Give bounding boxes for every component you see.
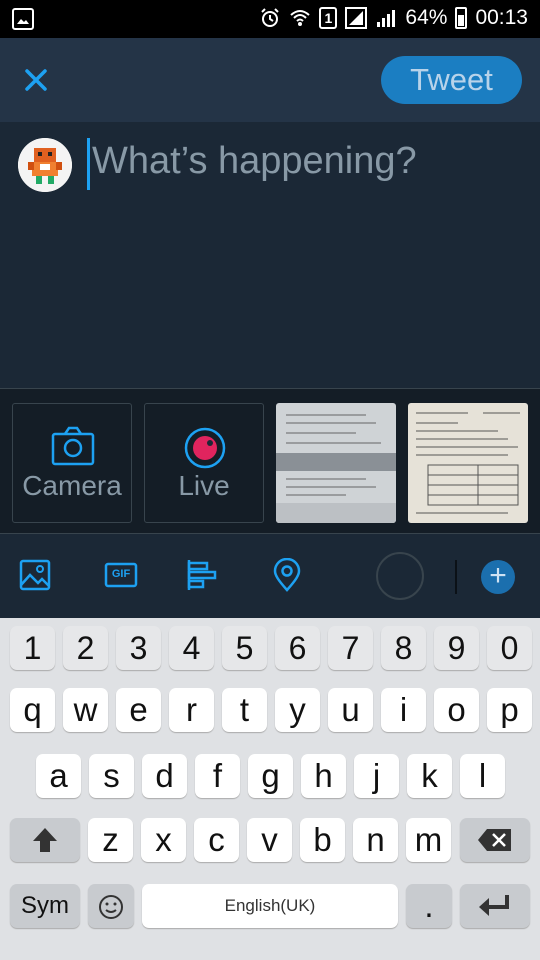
recent-photo-thumbnail[interactable] bbox=[276, 403, 396, 523]
add-thread-button[interactable]: + bbox=[481, 560, 515, 594]
keyboard-row-1: qwertyuiop bbox=[0, 688, 540, 738]
letter-key[interactable]: n bbox=[353, 818, 398, 862]
gif-text: GIF bbox=[111, 568, 131, 580]
number-key[interactable]: 4 bbox=[169, 626, 214, 670]
enter-key[interactable] bbox=[460, 884, 530, 928]
status-bar: 1 64% 00:13 bbox=[0, 0, 540, 38]
number-key[interactable]: 2 bbox=[63, 626, 108, 670]
alarm-icon bbox=[261, 8, 280, 27]
add-gif-button[interactable]: GIF bbox=[104, 558, 138, 592]
letter-key[interactable]: o bbox=[434, 688, 479, 732]
letter-key[interactable]: t bbox=[222, 688, 267, 732]
clock: 00:13 bbox=[475, 6, 528, 29]
backspace-icon bbox=[478, 829, 511, 851]
emoji-icon bbox=[99, 895, 123, 919]
letter-key[interactable]: e bbox=[116, 688, 161, 732]
camera-icon bbox=[51, 426, 95, 466]
number-key[interactable]: 1 bbox=[10, 626, 55, 670]
character-counter-ring bbox=[376, 552, 424, 600]
letter-key[interactable]: s bbox=[89, 754, 134, 798]
letter-key[interactable]: c bbox=[194, 818, 239, 862]
letter-key[interactable]: l bbox=[460, 754, 505, 798]
letter-key[interactable]: y bbox=[275, 688, 320, 732]
letter-key[interactable]: z bbox=[88, 818, 133, 862]
letter-key[interactable]: r bbox=[169, 688, 214, 732]
letter-key[interactable]: d bbox=[142, 754, 187, 798]
close-button[interactable] bbox=[18, 62, 54, 98]
gallery-notification-icon bbox=[12, 8, 34, 30]
battery-percentage: 64% bbox=[405, 6, 448, 29]
image-icon bbox=[19, 559, 51, 591]
letter-key[interactable]: u bbox=[328, 688, 373, 732]
letter-key[interactable]: i bbox=[381, 688, 426, 732]
add-poll-button[interactable] bbox=[186, 558, 220, 592]
keyboard-row-3: zxcvbnm bbox=[0, 818, 540, 868]
wifi-icon bbox=[290, 10, 311, 26]
signal-sim1-icon bbox=[345, 7, 368, 29]
keyboard-row-2: asdfghjkl bbox=[0, 754, 540, 804]
letter-key[interactable]: b bbox=[300, 818, 345, 862]
battery-icon bbox=[455, 7, 468, 29]
text-cursor bbox=[87, 138, 90, 190]
live-button[interactable]: Live bbox=[144, 403, 264, 523]
keyboard: 1234567890 qwertyuiop asdfghjkl zxcvbnm … bbox=[0, 618, 540, 960]
emoji-key[interactable] bbox=[88, 884, 134, 928]
add-image-button[interactable] bbox=[18, 558, 52, 592]
poll-icon bbox=[187, 560, 217, 590]
media-strip: Camera Live bbox=[0, 388, 540, 534]
letter-key[interactable]: w bbox=[63, 688, 108, 732]
number-key[interactable]: 3 bbox=[116, 626, 161, 670]
camera-button[interactable]: Camera bbox=[12, 403, 132, 523]
letter-key[interactable]: j bbox=[354, 754, 399, 798]
recent-photo-thumbnail[interactable] bbox=[408, 403, 528, 523]
live-label: Live bbox=[178, 470, 230, 501]
number-key[interactable]: 7 bbox=[328, 626, 373, 670]
letter-key[interactable]: h bbox=[301, 754, 346, 798]
avatar bbox=[18, 138, 72, 192]
keyboard-number-row: 1234567890 bbox=[0, 626, 540, 676]
letter-key[interactable]: a bbox=[36, 754, 81, 798]
compose-toolbar: GIF + bbox=[0, 534, 540, 618]
letter-key[interactable]: v bbox=[247, 818, 292, 862]
plus-icon: + bbox=[489, 559, 507, 592]
compose-header: Tweet bbox=[0, 38, 540, 122]
close-icon bbox=[25, 69, 47, 91]
signal-sim2-icon bbox=[377, 10, 396, 27]
compose-area[interactable]: What’s happening? bbox=[0, 122, 540, 388]
tweet-button[interactable]: Tweet bbox=[381, 56, 522, 104]
sim-slot-indicator: 1 bbox=[319, 7, 338, 29]
tweet-text-input[interactable]: What’s happening? bbox=[92, 140, 417, 183]
letter-key[interactable]: q bbox=[10, 688, 55, 732]
number-key[interactable]: 9 bbox=[434, 626, 479, 670]
toolbar-divider bbox=[455, 560, 457, 594]
location-icon bbox=[273, 557, 301, 592]
number-key[interactable]: 0 bbox=[487, 626, 532, 670]
enter-icon bbox=[479, 895, 509, 916]
letter-key[interactable]: p bbox=[487, 688, 532, 732]
camera-label: Camera bbox=[22, 470, 122, 501]
shift-icon bbox=[33, 828, 57, 852]
letter-key[interactable]: f bbox=[195, 754, 240, 798]
letter-key[interactable]: m bbox=[406, 818, 451, 862]
add-location-button[interactable] bbox=[270, 557, 304, 592]
number-key[interactable]: 5 bbox=[222, 626, 267, 670]
sym-key[interactable]: Sym bbox=[10, 884, 80, 928]
keyboard-bottom-row: Sym English(UK) . bbox=[0, 884, 540, 934]
space-key[interactable]: English(UK) bbox=[142, 884, 398, 928]
letter-key[interactable]: x bbox=[141, 818, 186, 862]
letter-key[interactable]: g bbox=[248, 754, 293, 798]
period-key[interactable]: . bbox=[406, 884, 452, 928]
letter-key[interactable]: k bbox=[407, 754, 452, 798]
shift-key[interactable] bbox=[10, 818, 80, 862]
number-key[interactable]: 6 bbox=[275, 626, 320, 670]
live-icon bbox=[184, 427, 226, 469]
number-key[interactable]: 8 bbox=[381, 626, 426, 670]
backspace-key[interactable] bbox=[460, 818, 530, 862]
